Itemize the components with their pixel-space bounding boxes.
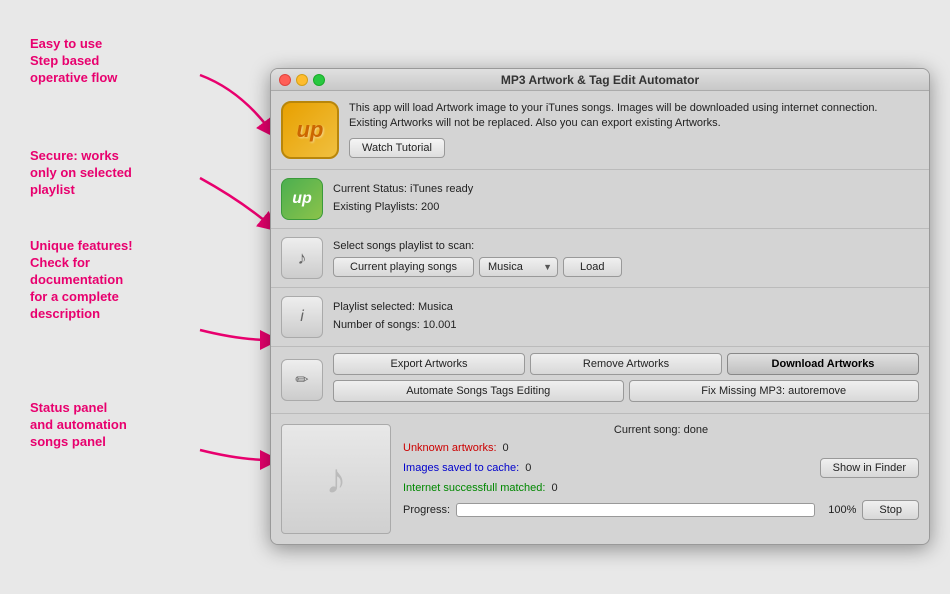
playlist-row: Current playing songs Musica Library Pla… — [333, 257, 919, 277]
status-section: up Current Status: iTunes ready Existing… — [271, 170, 929, 229]
internet-matched-row: Internet successfull matched: 0 — [403, 482, 919, 494]
remove-artworks-button[interactable]: Remove Artworks — [530, 353, 722, 375]
internet-matched-label: Internet successfull matched: — [403, 482, 545, 494]
unknown-artworks-value: 0 — [503, 442, 509, 454]
top-section: up This app will load Artwork image to y… — [271, 91, 929, 170]
music-note-preview-icon: ♪ — [326, 455, 347, 503]
export-artworks-button[interactable]: Export Artworks — [333, 353, 525, 375]
annotation-2: Secure: works only on selected playlist — [30, 148, 132, 199]
action-icon: ✏ — [281, 359, 323, 401]
close-button[interactable] — [279, 74, 291, 86]
images-saved-value: 0 — [525, 462, 531, 474]
pencil-icon: ✏ — [295, 370, 308, 390]
annotation-3: Unique features! Check for documentation… — [30, 238, 133, 322]
progress-bar-container — [456, 503, 815, 517]
playlist-scan-label: Select songs playlist to scan: — [333, 240, 919, 252]
current-playing-button[interactable]: Current playing songs — [333, 257, 474, 277]
images-saved-row: Images saved to cache: 0 Show in Finder — [403, 458, 919, 478]
stop-button[interactable]: Stop — [862, 500, 919, 520]
images-saved-label: Images saved to cache: — [403, 462, 519, 474]
progress-row: Progress: 100% Stop — [403, 500, 919, 520]
playlist-selected: Playlist selected: Musica — [333, 299, 457, 317]
description-area: This app will load Artwork image to your… — [349, 101, 919, 159]
info-icon: i — [281, 296, 323, 338]
annotation-4: Status panel and automation songs panel — [30, 400, 127, 451]
playlist-section: ♪ Select songs playlist to scan: Current… — [271, 229, 929, 288]
bottom-section: ♪ Current song: done Unknown artworks: 0… — [271, 414, 929, 544]
status-text: Current Status: iTunes ready Existing Pl… — [333, 181, 473, 216]
maximize-button[interactable] — [313, 74, 325, 86]
action-row-2: Automate Songs Tags Editing Fix Missing … — [333, 380, 919, 402]
download-artworks-button[interactable]: Download Artworks — [727, 353, 919, 375]
action-section: ✏ Export Artworks Remove Artworks Downlo… — [271, 347, 929, 414]
show-in-finder-button[interactable]: Show in Finder — [820, 458, 919, 478]
action-row-1: Export Artworks Remove Artworks Download… — [333, 353, 919, 375]
music-note-icon: ♪ — [298, 248, 307, 269]
italic-i-icon: i — [300, 308, 304, 326]
playlist-select[interactable]: Musica Library Playlist 1 — [479, 257, 558, 277]
existing-playlists: Existing Playlists: 200 — [333, 199, 473, 217]
playlist-controls: Select songs playlist to scan: Current p… — [333, 240, 919, 277]
internet-matched-value: 0 — [551, 482, 557, 494]
mac-window: MP3 Artwork & Tag Edit Automator up This… — [270, 68, 930, 545]
artwork-preview: ♪ — [281, 424, 391, 534]
progress-percent: 100% — [821, 504, 856, 516]
watch-tutorial-button[interactable]: Watch Tutorial — [349, 138, 445, 158]
window-title: MP3 Artwork & Tag Edit Automator — [501, 73, 699, 87]
current-song: Current song: done — [403, 424, 919, 436]
annotation-1: Easy to use Step based operative flow — [30, 36, 117, 87]
app-logo: up — [281, 101, 339, 159]
traffic-lights — [279, 74, 325, 86]
progress-label: Progress: — [403, 504, 450, 516]
status-panel: Current song: done Unknown artworks: 0 I… — [403, 424, 919, 534]
title-bar: MP3 Artwork & Tag Edit Automator — [271, 69, 929, 91]
minimize-button[interactable] — [296, 74, 308, 86]
description-text: This app will load Artwork image to your… — [349, 101, 919, 132]
action-buttons: Export Artworks Remove Artworks Download… — [333, 353, 919, 407]
playlist-select-wrapper: Musica Library Playlist 1 ▼ — [479, 257, 558, 277]
unknown-artworks-label: Unknown artworks: — [403, 442, 497, 454]
number-of-songs: Number of songs: 10.001 — [333, 317, 457, 335]
info-text: Playlist selected: Musica Number of song… — [333, 299, 457, 334]
info-section: i Playlist selected: Musica Number of so… — [271, 288, 929, 347]
current-status: Current Status: iTunes ready — [333, 181, 473, 199]
status-icon: up — [281, 178, 323, 220]
fix-missing-button[interactable]: Fix Missing MP3: autoremove — [629, 380, 920, 402]
unknown-artworks-row: Unknown artworks: 0 — [403, 442, 919, 454]
load-button[interactable]: Load — [563, 257, 621, 277]
playlist-icon: ♪ — [281, 237, 323, 279]
automate-songs-button[interactable]: Automate Songs Tags Editing — [333, 380, 624, 402]
